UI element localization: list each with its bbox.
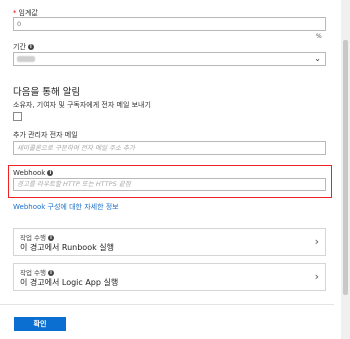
webhook-help-link[interactable]: Webhook 구성에 대한 자세한 정보 [13,202,119,212]
runbook-action[interactable]: 작업 수행 i 이 경고에서 Runbook 실행 › [13,228,326,256]
info-icon: i [27,44,34,50]
footer-divider [0,304,334,305]
chevron-right-icon: › [314,235,319,248]
webhook-label: Webhook i [13,169,54,177]
additional-admin-label: 추가 관리자 전자 메일 [13,131,78,139]
action-title: 이 경고에서 Runbook 실행 [20,243,114,252]
required-asterisk: * [13,9,17,17]
email-owner-label: 소유자, 기여자 및 구독자에게 전자 메일 보내기 [13,101,151,109]
ok-button[interactable]: 확인 [14,317,66,331]
info-icon: i [47,170,54,176]
webhook-input[interactable]: 경고를 라우트할 HTTP 또는 HTTPS 끝점 [13,178,326,191]
action-kind-label: 작업 수행 i [20,232,54,242]
percent-unit: % [316,33,322,40]
alert-rule-panel: * 임계값 0 % 기간 i ⌄ 다음을 통해 알림 소유자, 기여자 및 구독자에… [0,0,334,339]
action-kind-label: 작업 수행 i [20,267,54,277]
info-icon: i [48,270,54,276]
chevron-right-icon: › [314,270,319,283]
period-label: 기간 i [13,42,34,52]
email-owner-checkbox[interactable] [13,112,22,121]
info-icon: i [48,235,54,241]
logic-app-action[interactable]: 작업 수행 i 이 경고에서 Logic App 실행 › [13,263,326,291]
additional-admin-email-input[interactable]: 세미콜론으로 구분하여 전자 메일 주소 추가 [13,141,326,155]
period-value-redacted [17,56,35,62]
action-title: 이 경고에서 Logic App 실행 [20,278,119,287]
notify-section-title: 다음을 통해 알림 [13,87,81,98]
scrollbar[interactable] [341,0,350,339]
scrollbar-thumb[interactable] [343,40,348,295]
chevron-down-icon: ⌄ [314,54,321,63]
threshold-input[interactable]: 0 [13,17,326,31]
period-select[interactable]: ⌄ [13,52,326,66]
